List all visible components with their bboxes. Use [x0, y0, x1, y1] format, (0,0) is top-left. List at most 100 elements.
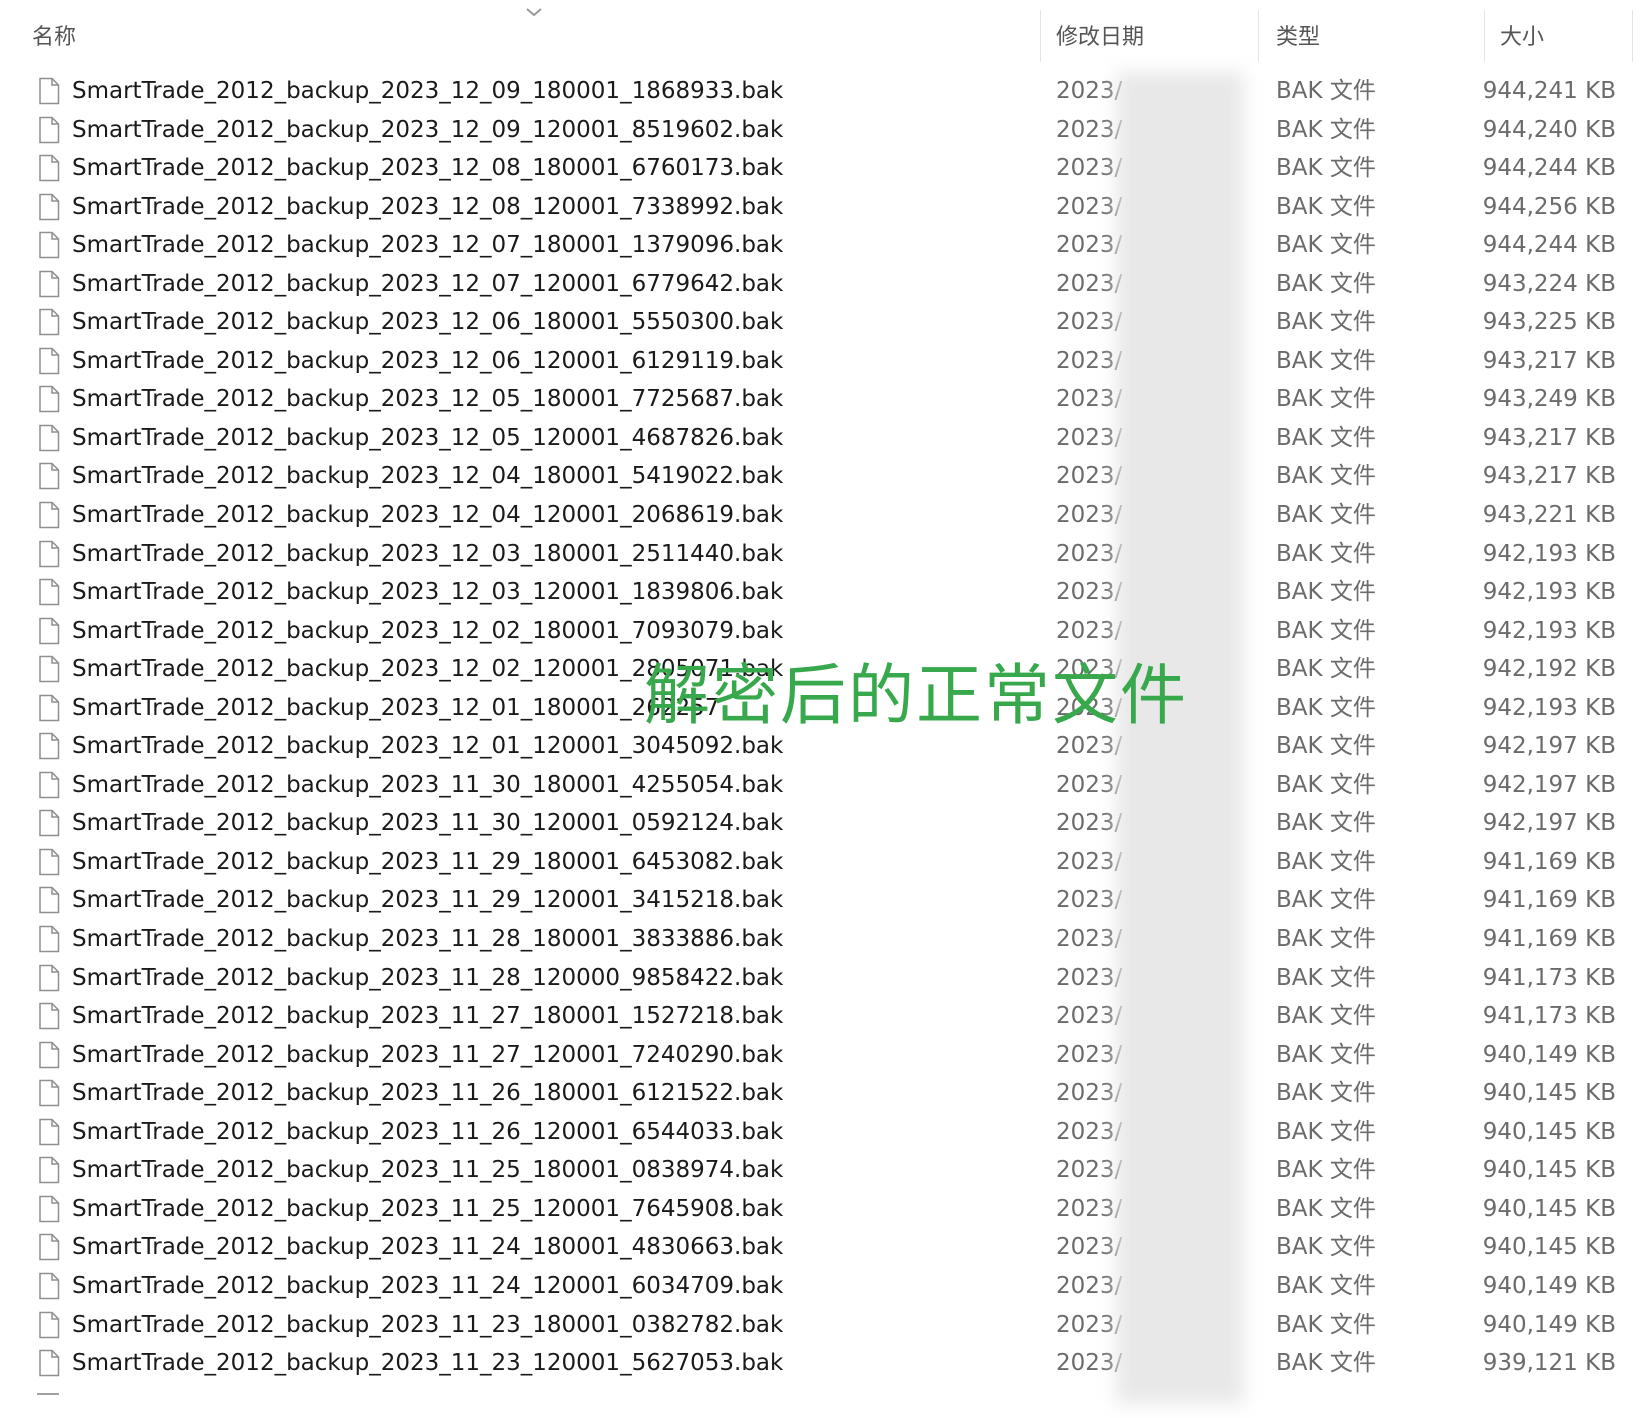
file-icon [37, 804, 61, 843]
file-name[interactable]: SmartTrade_2012_backup_2023_12_08_180001… [72, 149, 783, 188]
file-icon [37, 72, 61, 111]
file-row[interactable]: SmartTrade_2012_backup_2023_11_28_180001… [0, 920, 1644, 959]
file-name[interactable]: SmartTrade_2012_backup_2023_12_06_120001… [72, 342, 783, 381]
file-name[interactable]: SmartTrade_2012_backup_2023_11_23_120001… [72, 1344, 783, 1383]
file-type: BAK 文件 [1276, 1003, 1376, 1030]
file-row[interactable]: SmartTrade_2012_backup_2023_12_04_120001… [0, 496, 1644, 535]
file-row[interactable]: SmartTrade_2012_backup_2023_12_05_120001… [0, 419, 1644, 458]
file-icon [37, 843, 61, 882]
column-separator[interactable] [1484, 10, 1485, 62]
file-row[interactable]: SmartTrade_2012_backup_2023_12_06_180001… [0, 303, 1644, 342]
file-name[interactable]: SmartTrade_2012_backup_2023_11_30_120001… [72, 804, 783, 843]
file-type: BAK 文件 [1276, 1041, 1376, 1068]
redacted-date-overlay [1116, 72, 1244, 1404]
file-row[interactable]: SmartTrade_2012_backup_2023_12_04_180001… [0, 457, 1644, 496]
column-header-size[interactable]: 大小 [1500, 18, 1544, 58]
file-row[interactable]: SmartTrade_2012_backup_2023_11_23_180001… [0, 1306, 1644, 1345]
file-name[interactable]: SmartTrade_2012_backup_2023_11_29_120001… [72, 881, 783, 920]
file-size: 942,197 KB [1482, 733, 1616, 760]
file-name[interactable]: SmartTrade_2012_backup_2023_12_07_120001… [72, 265, 783, 304]
file-name[interactable]: SmartTrade_2012_backup_2023_11_25_120001… [72, 1190, 783, 1229]
file-name[interactable]: SmartTrade_2012_backup_2023_12_09_180001… [72, 72, 783, 111]
file-date: 2023/ [1056, 78, 1123, 104]
file-row[interactable]: SmartTrade_2012_backup_2023_11_30_120001… [0, 804, 1644, 843]
file-name[interactable]: SmartTrade_2012_backup_2023_12_09_120001… [72, 111, 783, 150]
file-name[interactable]: SmartTrade_2012_backup_2023_11_25_180001… [72, 1151, 783, 1190]
file-size: 940,145 KB [1482, 1118, 1616, 1145]
file-name[interactable]: SmartTrade_2012_backup_2023_11_30_180001… [72, 766, 783, 805]
column-separator[interactable] [1632, 10, 1633, 62]
file-name[interactable]: SmartTrade_2012_backup_2023_11_27_120001… [72, 1036, 783, 1075]
file-icon [37, 959, 61, 998]
file-name[interactable]: SmartTrade_2012_backup_2023_12_02_180001… [72, 612, 783, 651]
file-row[interactable]: SmartTrade_2012_backup_2023_12_03_180001… [0, 535, 1644, 574]
column-separator[interactable] [1258, 10, 1259, 62]
file-size: 942,192 KB [1482, 656, 1616, 683]
file-row[interactable]: SmartTrade_2012_backup_2023_11_23_120001… [0, 1344, 1644, 1383]
file-date: 2023/ [1056, 579, 1123, 606]
file-name[interactable]: SmartTrade_2012_backup_2023_12_07_180001… [72, 226, 783, 265]
file-row[interactable]: SmartTrade_2012_backup_2023_11_27_180001… [0, 997, 1644, 1036]
file-date: 2023/ [1056, 386, 1123, 413]
file-row[interactable]: SmartTrade_2012_backup_2023_11_29_120001… [0, 881, 1644, 920]
file-name[interactable]: SmartTrade_2012_backup_2023_12_04_120001… [72, 496, 783, 535]
column-header-date[interactable]: 修改日期 [1056, 18, 1144, 58]
file-name[interactable]: SmartTrade_2012_backup_2023_12_08_120001… [72, 188, 783, 227]
file-name[interactable]: SmartTrade_2012_backup_2023_11_27_180001… [72, 997, 783, 1036]
file-name[interactable]: SmartTrade_2012_backup_2023_11_24_120001… [72, 1267, 783, 1306]
file-name[interactable]: SmartTrade_2012_backup_2023_11_23_180001… [72, 1306, 783, 1345]
file-name[interactable]: SmartTrade_2012_backup_2023_11_26_180001… [72, 1074, 783, 1113]
file-name[interactable]: SmartTrade_2012_backup_2023_12_06_180001… [72, 303, 783, 342]
file-icon [37, 727, 61, 766]
file-row[interactable]: SmartTrade_2012_backup_2023_12_08_180001… [0, 149, 1644, 188]
file-name[interactable]: SmartTrade_2012_backup_2023_12_03_180001… [72, 535, 783, 574]
file-row[interactable]: SmartTrade_2012_backup_2023_11_24_180001… [0, 1228, 1644, 1267]
file-icon [37, 457, 61, 496]
file-row[interactable]: SmartTrade_2012_backup_2023_12_09_180001… [0, 72, 1644, 111]
file-name[interactable]: SmartTrade_2012_backup_2023_12_01_180001… [72, 689, 719, 728]
file-date: 2023/ [1056, 926, 1123, 953]
file-row[interactable]: SmartTrade_2012_backup_2023_11_28_120000… [0, 959, 1644, 998]
file-name[interactable]: SmartTrade_2012_backup_2023_11_24_180001… [72, 1228, 783, 1267]
file-name[interactable]: SmartTrade_2012_backup_2023_11_28_180001… [72, 920, 783, 959]
file-name[interactable]: SmartTrade_2012_backup_2023_12_05_120001… [72, 419, 783, 458]
file-row[interactable]: SmartTrade_2012_backup_2023_11_27_120001… [0, 1036, 1644, 1075]
file-name[interactable]: SmartTrade_2012_backup_2023_12_05_180001… [72, 380, 783, 419]
file-row[interactable]: SmartTrade_2012_backup_2023_11_26_180001… [0, 1074, 1644, 1113]
chevron-down-icon[interactable] [522, 4, 546, 20]
file-type: BAK 文件 [1276, 1195, 1376, 1222]
file-type: BAK 文件 [1276, 1118, 1376, 1145]
file-row[interactable]: SmartTrade_2012_backup_2023_12_05_180001… [0, 380, 1644, 419]
file-row[interactable]: SmartTrade_2012_backup_2023_12_06_120001… [0, 342, 1644, 381]
file-size: 944,244 KB [1482, 232, 1616, 259]
file-date: 2023/ [1056, 270, 1123, 297]
file-row[interactable]: SmartTrade_2012_backup_2023_12_09_120001… [0, 111, 1644, 150]
file-row[interactable]: SmartTrade_2012_backup_2023_12_02_180001… [0, 612, 1644, 651]
file-name[interactable]: SmartTrade_2012_backup_2023_12_04_180001… [72, 457, 783, 496]
file-row[interactable]: SmartTrade_2012_backup_2023_11_26_120001… [0, 1113, 1644, 1152]
file-row[interactable]: SmartTrade_2012_backup_2023_11_25_180001… [0, 1151, 1644, 1190]
file-size: 942,193 KB [1482, 540, 1616, 567]
file-row[interactable]: SmartTrade_2012_backup_2023_12_08_120001… [0, 188, 1644, 227]
column-header-name[interactable]: 名称 [32, 18, 76, 58]
file-type: BAK 文件 [1276, 1272, 1376, 1299]
file-name[interactable]: SmartTrade_2012_backup_2023_11_29_180001… [72, 843, 783, 882]
file-size: 939,121 KB [1482, 1350, 1616, 1377]
file-type: BAK 文件 [1276, 270, 1376, 297]
column-header-type[interactable]: 类型 [1276, 18, 1320, 58]
file-row[interactable]: SmartTrade_2012_backup_2023_11_30_180001… [0, 766, 1644, 805]
file-icon [37, 1190, 61, 1229]
file-icon [37, 303, 61, 342]
file-name[interactable]: SmartTrade_2012_backup_2023_12_03_120001… [72, 573, 783, 612]
file-row[interactable]: SmartTrade_2012_backup_2023_12_07_120001… [0, 265, 1644, 304]
file-row[interactable]: SmartTrade_2012_backup_2023_11_25_120001… [0, 1190, 1644, 1229]
file-size: 942,197 KB [1482, 771, 1616, 798]
column-separator[interactable] [1040, 10, 1041, 62]
file-name[interactable]: SmartTrade_2012_backup_2023_11_28_120000… [72, 959, 783, 998]
file-row[interactable]: SmartTrade_2012_backup_2023_11_24_120001… [0, 1267, 1644, 1306]
file-row[interactable]: SmartTrade_2012_backup_2023_12_07_180001… [0, 226, 1644, 265]
file-date: 2023/ [1056, 887, 1123, 914]
file-name[interactable]: SmartTrade_2012_backup_2023_11_26_120001… [72, 1113, 783, 1152]
file-row[interactable]: SmartTrade_2012_backup_2023_12_03_120001… [0, 573, 1644, 612]
file-row[interactable]: SmartTrade_2012_backup_2023_11_29_180001… [0, 843, 1644, 882]
